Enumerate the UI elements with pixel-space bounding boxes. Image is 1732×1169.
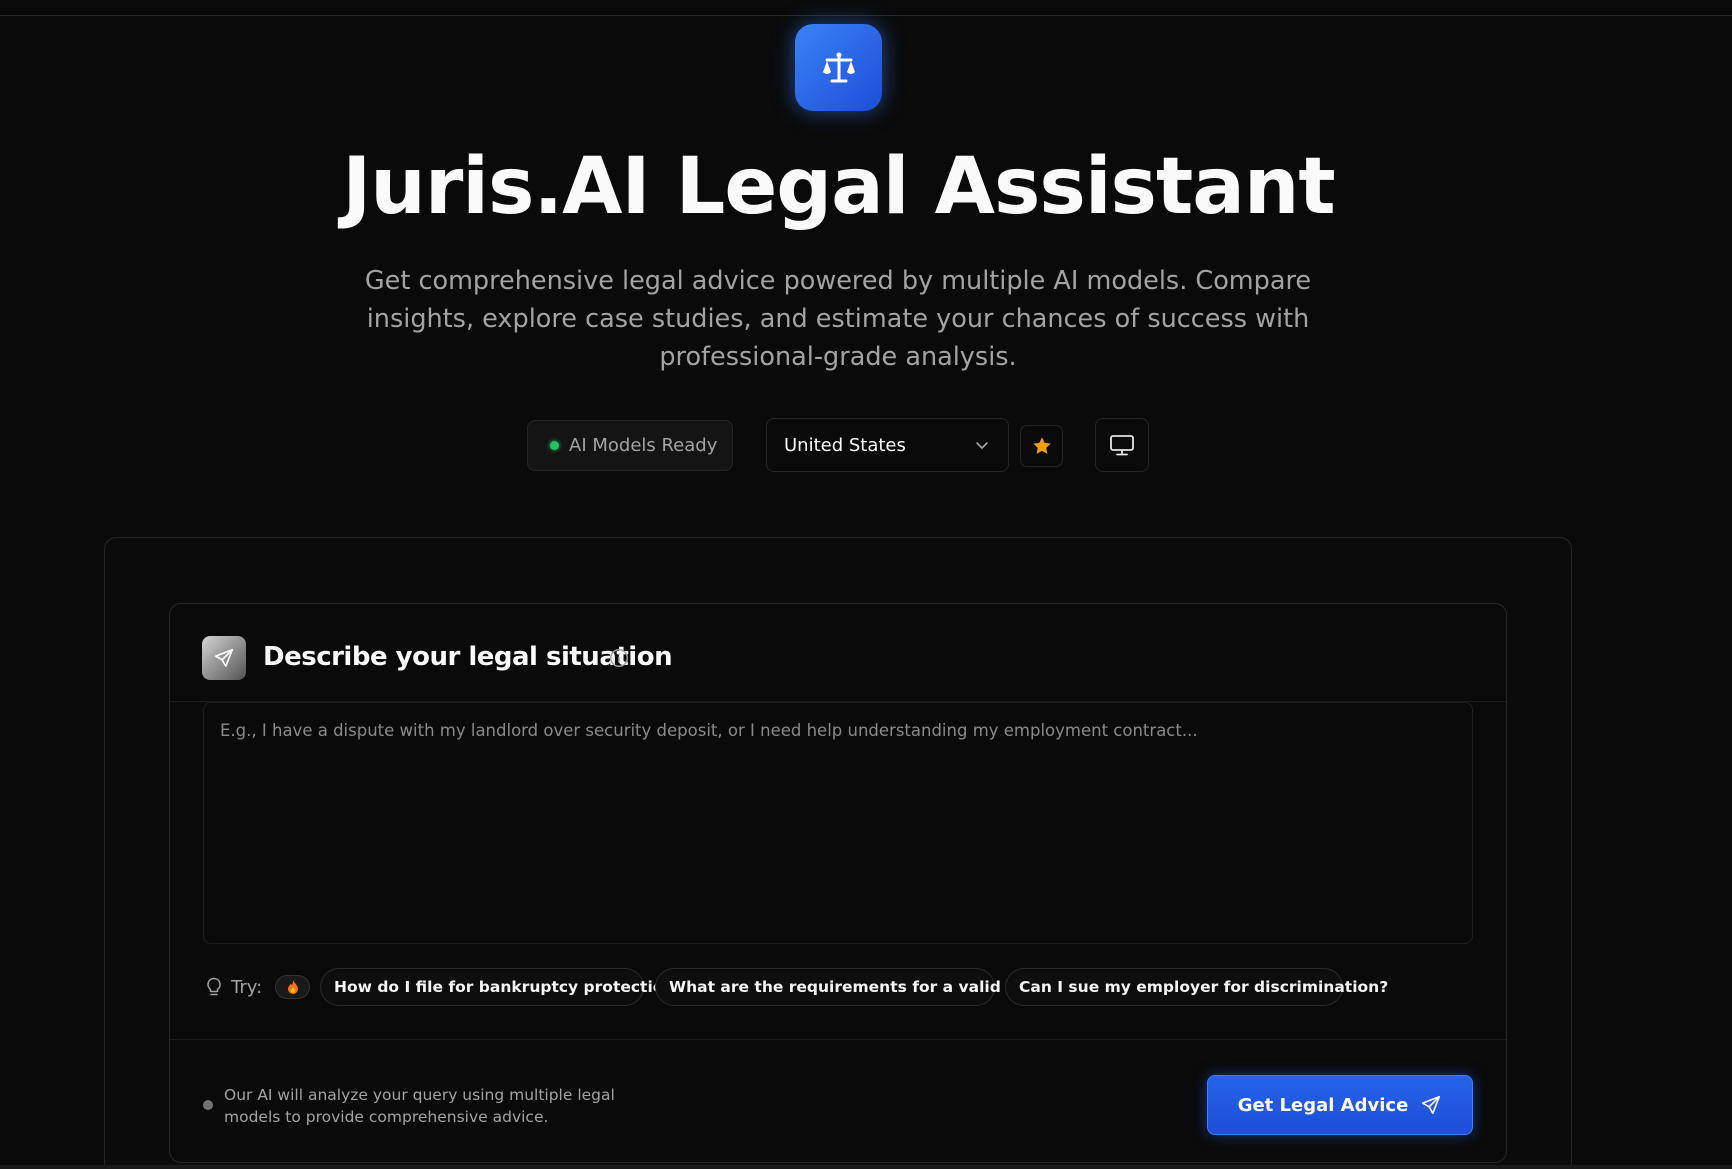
lightbulb-icon: [207, 977, 221, 996]
suggestions-row: Try: How do I file for bankruptcy protec…: [205, 968, 1475, 1006]
send-icon: [214, 648, 234, 668]
footer-note: Our AI will analyze your query using mul…: [224, 1086, 615, 1126]
send-icon: [1422, 1095, 1441, 1115]
query-header-badge: [202, 636, 246, 680]
country-selected-value: United States: [784, 434, 906, 456]
app-logo: [795, 24, 882, 111]
footer-indicator-dot: [203, 1100, 213, 1110]
fire-icon: [287, 980, 298, 994]
try-label: Try:: [231, 977, 263, 998]
get-legal-advice-button[interactable]: Get Legal Advice: [1207, 1075, 1473, 1135]
legal-query-input[interactable]: [203, 702, 1473, 944]
status-dot: [550, 441, 559, 450]
query-card-footer: Our AI will analyze your query using mul…: [170, 1039, 1506, 1164]
monitor-icon: [1110, 435, 1134, 456]
top-divider: [0, 15, 1732, 16]
page-subtitle: Get comprehensive legal advice powered b…: [364, 266, 1312, 372]
page-title: Juris.AI Legal Assistant: [342, 142, 1335, 232]
suggestion-chip[interactable]: What are the requirements for a valid wi…: [655, 968, 1045, 1006]
page: Juris.AI Legal Assistant Get comprehensi…: [0, 0, 1732, 1169]
scale-icon: [822, 52, 855, 82]
submit-label: Get Legal Advice: [1237, 1094, 1409, 1116]
suggestion-chip[interactable]: Can I sue my employer for discrimination…: [1005, 968, 1388, 1006]
trending-chip[interactable]: [275, 975, 310, 999]
country-select[interactable]: United States: [766, 418, 1009, 472]
query-card-header: Describe your legal situation: [170, 604, 1506, 702]
star-icon: [1032, 437, 1051, 454]
bottom-edge: [0, 1165, 1732, 1169]
query-card: Describe your legal situation Try: How d…: [169, 603, 1507, 1163]
info-icon[interactable]: [608, 647, 630, 669]
display-mode-button[interactable]: [1095, 418, 1149, 472]
models-status-badge: AI Models Ready: [527, 420, 733, 471]
favorite-button[interactable]: [1020, 425, 1063, 467]
chevron-down-icon: [976, 442, 988, 449]
status-label: AI Models Ready: [569, 435, 718, 456]
suggestion-chip[interactable]: How do I file for bankruptcy protection?: [320, 968, 683, 1006]
controls-bar: AI Models Ready United States: [0, 418, 1732, 472]
